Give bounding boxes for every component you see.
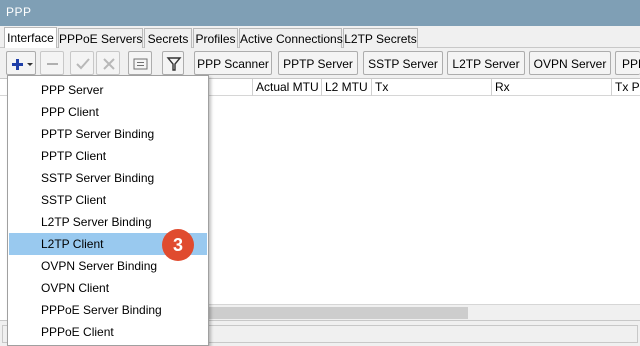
tab-active-connections[interactable]: Active Connections (239, 28, 343, 48)
menu-item-pptp-server-binding[interactable]: PPTP Server Binding (9, 123, 207, 145)
ovpn-server-button[interactable]: OVPN Server (529, 51, 611, 75)
button-label: OVPN Server (533, 57, 607, 71)
tab-secrets[interactable]: Secrets (144, 28, 192, 48)
ppp-scanner-button[interactable]: PPP Scanner (194, 51, 272, 75)
toolbar: PPP Scanner PPTP Server SSTP Server L2TP… (0, 48, 640, 78)
minus-icon (47, 63, 58, 65)
filter-button[interactable] (162, 51, 184, 75)
menu-item-label: OVPN Server Binding (41, 259, 158, 273)
filter-icon (166, 57, 182, 71)
menu-item-pptp-client[interactable]: PPTP Client (9, 145, 207, 167)
sstp-server-button[interactable]: SSTP Server (363, 51, 443, 75)
tab-label: PPPoE Servers (59, 32, 143, 46)
l2tp-server-button[interactable]: L2TP Server (447, 51, 525, 75)
menu-item-label: OVPN Client (41, 281, 110, 295)
tab-l2tp-secrets[interactable]: L2TP Secrets (343, 28, 418, 48)
column-header-tx[interactable]: Tx (372, 79, 492, 96)
button-label: PPTP Server (283, 57, 353, 71)
menu-item-ppp-client[interactable]: PPP Client (9, 101, 207, 123)
remove-button[interactable] (40, 51, 64, 75)
pppoe-scan-button[interactable]: PPPoE Scan (615, 51, 640, 75)
menu-item-pppoe-client[interactable]: PPPoE Client (9, 321, 207, 343)
column-label: Tx Packet (p/s) (615, 80, 640, 94)
menu-item-label: PPP Client (41, 105, 99, 119)
add-button[interactable] (6, 51, 36, 75)
menu-item-label: SSTP Client (41, 193, 107, 207)
pptp-server-button[interactable]: PPTP Server (278, 51, 358, 75)
menu-item-label: PPTP Client (41, 149, 107, 163)
enable-button[interactable] (70, 51, 94, 75)
column-header-tx-packet[interactable]: Tx Packet (p/s) (612, 79, 640, 96)
comment-icon (133, 58, 148, 70)
tab-bar: Interface PPPoE Servers Secrets Profiles… (0, 26, 640, 48)
column-label: Rx (495, 80, 510, 94)
scrollbar-thumb[interactable] (208, 307, 468, 319)
column-header-actual-mtu[interactable]: Actual MTU (253, 79, 322, 96)
tab-profiles[interactable]: Profiles (193, 28, 238, 48)
menu-item-label: SSTP Server Binding (41, 171, 155, 185)
disable-button[interactable] (96, 51, 120, 75)
column-label: Actual MTU (256, 80, 319, 94)
tab-label: Active Connections (240, 32, 343, 46)
menu-item-label: L2TP Client (41, 237, 104, 251)
tab-pppoe-servers[interactable]: PPPoE Servers (58, 28, 143, 48)
cross-icon (103, 58, 115, 70)
horizontal-scrollbar[interactable] (208, 304, 640, 320)
add-icon (12, 59, 33, 70)
menu-item-pppoe-server-binding[interactable]: PPPoE Server Binding (9, 299, 207, 321)
menu-item-ppp-server[interactable]: PPP Server (9, 79, 207, 101)
tab-label: Interface (7, 31, 54, 45)
check-icon (76, 58, 90, 70)
menu-item-label: L2TP Server Binding (41, 215, 152, 229)
column-header-l2-mtu[interactable]: L2 MTU (322, 79, 372, 96)
column-label: Tx (375, 80, 389, 94)
comment-button[interactable] (128, 51, 152, 75)
window-title: PPP (6, 5, 32, 19)
add-dropdown-menu: PPP Server PPP Client PPTP Server Bindin… (7, 75, 209, 346)
tab-interface[interactable]: Interface (4, 27, 57, 48)
menu-item-label: PPP Server (41, 83, 104, 97)
button-label: SSTP Server (368, 57, 438, 71)
column-header-rx[interactable]: Rx (492, 79, 612, 96)
column-header-name[interactable] (208, 79, 253, 96)
menu-item-sstp-server-binding[interactable]: SSTP Server Binding (9, 167, 207, 189)
menu-item-ovpn-client[interactable]: OVPN Client (9, 277, 207, 299)
step-number-badge: 3 (162, 229, 194, 261)
menu-item-label: PPPoE Client (41, 325, 114, 339)
menu-item-label: PPTP Server Binding (41, 127, 155, 141)
menu-item-sstp-client[interactable]: SSTP Client (9, 189, 207, 211)
tab-label: Secrets (147, 32, 189, 46)
button-label: L2TP Server (452, 57, 520, 71)
column-label: L2 MTU (325, 80, 368, 94)
tab-label: Profiles (195, 32, 236, 46)
button-label: PPP Scanner (197, 57, 269, 71)
menu-item-label: PPPoE Server Binding (41, 303, 162, 317)
tab-label: L2TP Secrets (344, 32, 417, 46)
badge-number: 3 (172, 235, 183, 255)
window-title-bar[interactable]: PPP (0, 0, 640, 26)
button-label: PPPoE Scan (622, 57, 640, 71)
